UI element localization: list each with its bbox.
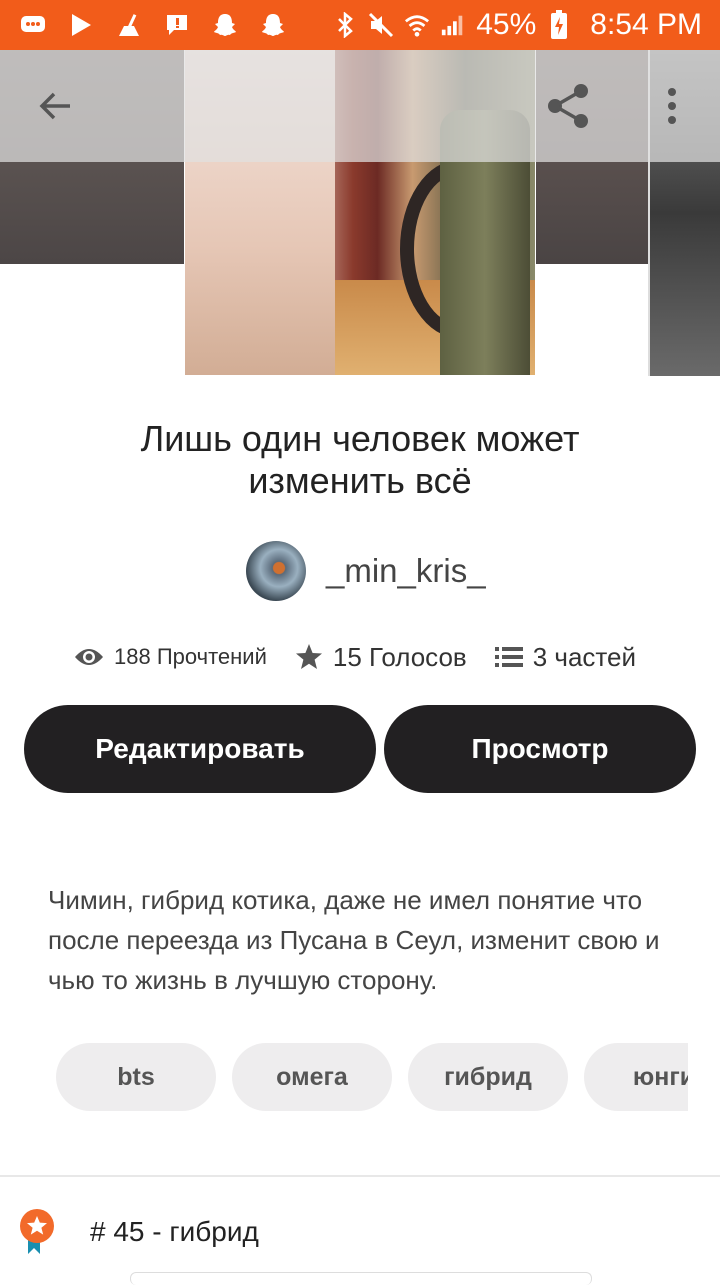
- top-app-bar: [0, 50, 720, 162]
- battery-charging-icon: [546, 10, 572, 39]
- play-store-icon: [68, 12, 94, 38]
- tag-chip[interactable]: гибрид: [408, 1043, 568, 1111]
- battery-percent: 45%: [476, 8, 537, 41]
- snapchat-icon: [212, 12, 238, 38]
- rank-badge-icon: [20, 1209, 54, 1254]
- author-name[interactable]: _min_kris_: [326, 552, 486, 590]
- story-stats: 188 Прочтений 15 Голосов 3 частей: [74, 636, 636, 678]
- status-bar: 45% 8:54 PM: [0, 0, 720, 50]
- bluetooth-icon: [332, 12, 358, 38]
- rank-row[interactable]: # 45 - гибрид: [18, 1208, 259, 1256]
- eye-icon: [75, 649, 103, 665]
- votes-count: 15 Голосов: [332, 641, 467, 672]
- tag-list[interactable]: bts омега гибрид юнги: [56, 1043, 688, 1111]
- edit-button[interactable]: Редактировать: [24, 705, 376, 793]
- story-title: Лишь один человек может изменить всё: [140, 418, 580, 501]
- share-icon: [548, 84, 588, 128]
- star-icon: [295, 644, 322, 669]
- arrow-back-icon: [39, 92, 70, 120]
- tag-chip[interactable]: омега: [232, 1043, 392, 1111]
- clock: 8:54 PM: [590, 8, 702, 41]
- alert-icon: [164, 12, 190, 38]
- story-description: Чимин, гибрид котика, даже не имел понят…: [48, 885, 660, 995]
- back-button[interactable]: [30, 80, 82, 132]
- view-button[interactable]: Просмотр: [384, 705, 696, 793]
- parts-stat: 3 частей: [494, 641, 637, 673]
- reads-stat: 188 Прочтений: [74, 644, 267, 670]
- tag-chip[interactable]: bts: [56, 1043, 216, 1111]
- parts-count: 3 частей: [532, 641, 637, 672]
- wifi-icon: [404, 12, 430, 38]
- tag-chip[interactable]: юнги: [584, 1043, 688, 1111]
- snapchat-icon: [260, 12, 286, 38]
- next-card-edge: [130, 1272, 592, 1285]
- messages-icon: [20, 12, 46, 38]
- divider: [0, 1175, 720, 1177]
- more-options-button[interactable]: [650, 80, 694, 132]
- reads-count: 188 Прочтений: [114, 644, 267, 669]
- signal-icon: [440, 12, 466, 38]
- list-icon: [494, 647, 523, 667]
- share-button[interactable]: [540, 78, 596, 134]
- more-vert-icon: [668, 88, 676, 124]
- avatar[interactable]: [246, 541, 306, 601]
- rank-label: # 45 - гибрид: [90, 1216, 259, 1247]
- author-row[interactable]: _min_kris_: [246, 540, 486, 602]
- cleaner-icon: [116, 12, 142, 38]
- mute-icon: [368, 12, 394, 38]
- votes-stat: 15 Голосов: [295, 642, 467, 673]
